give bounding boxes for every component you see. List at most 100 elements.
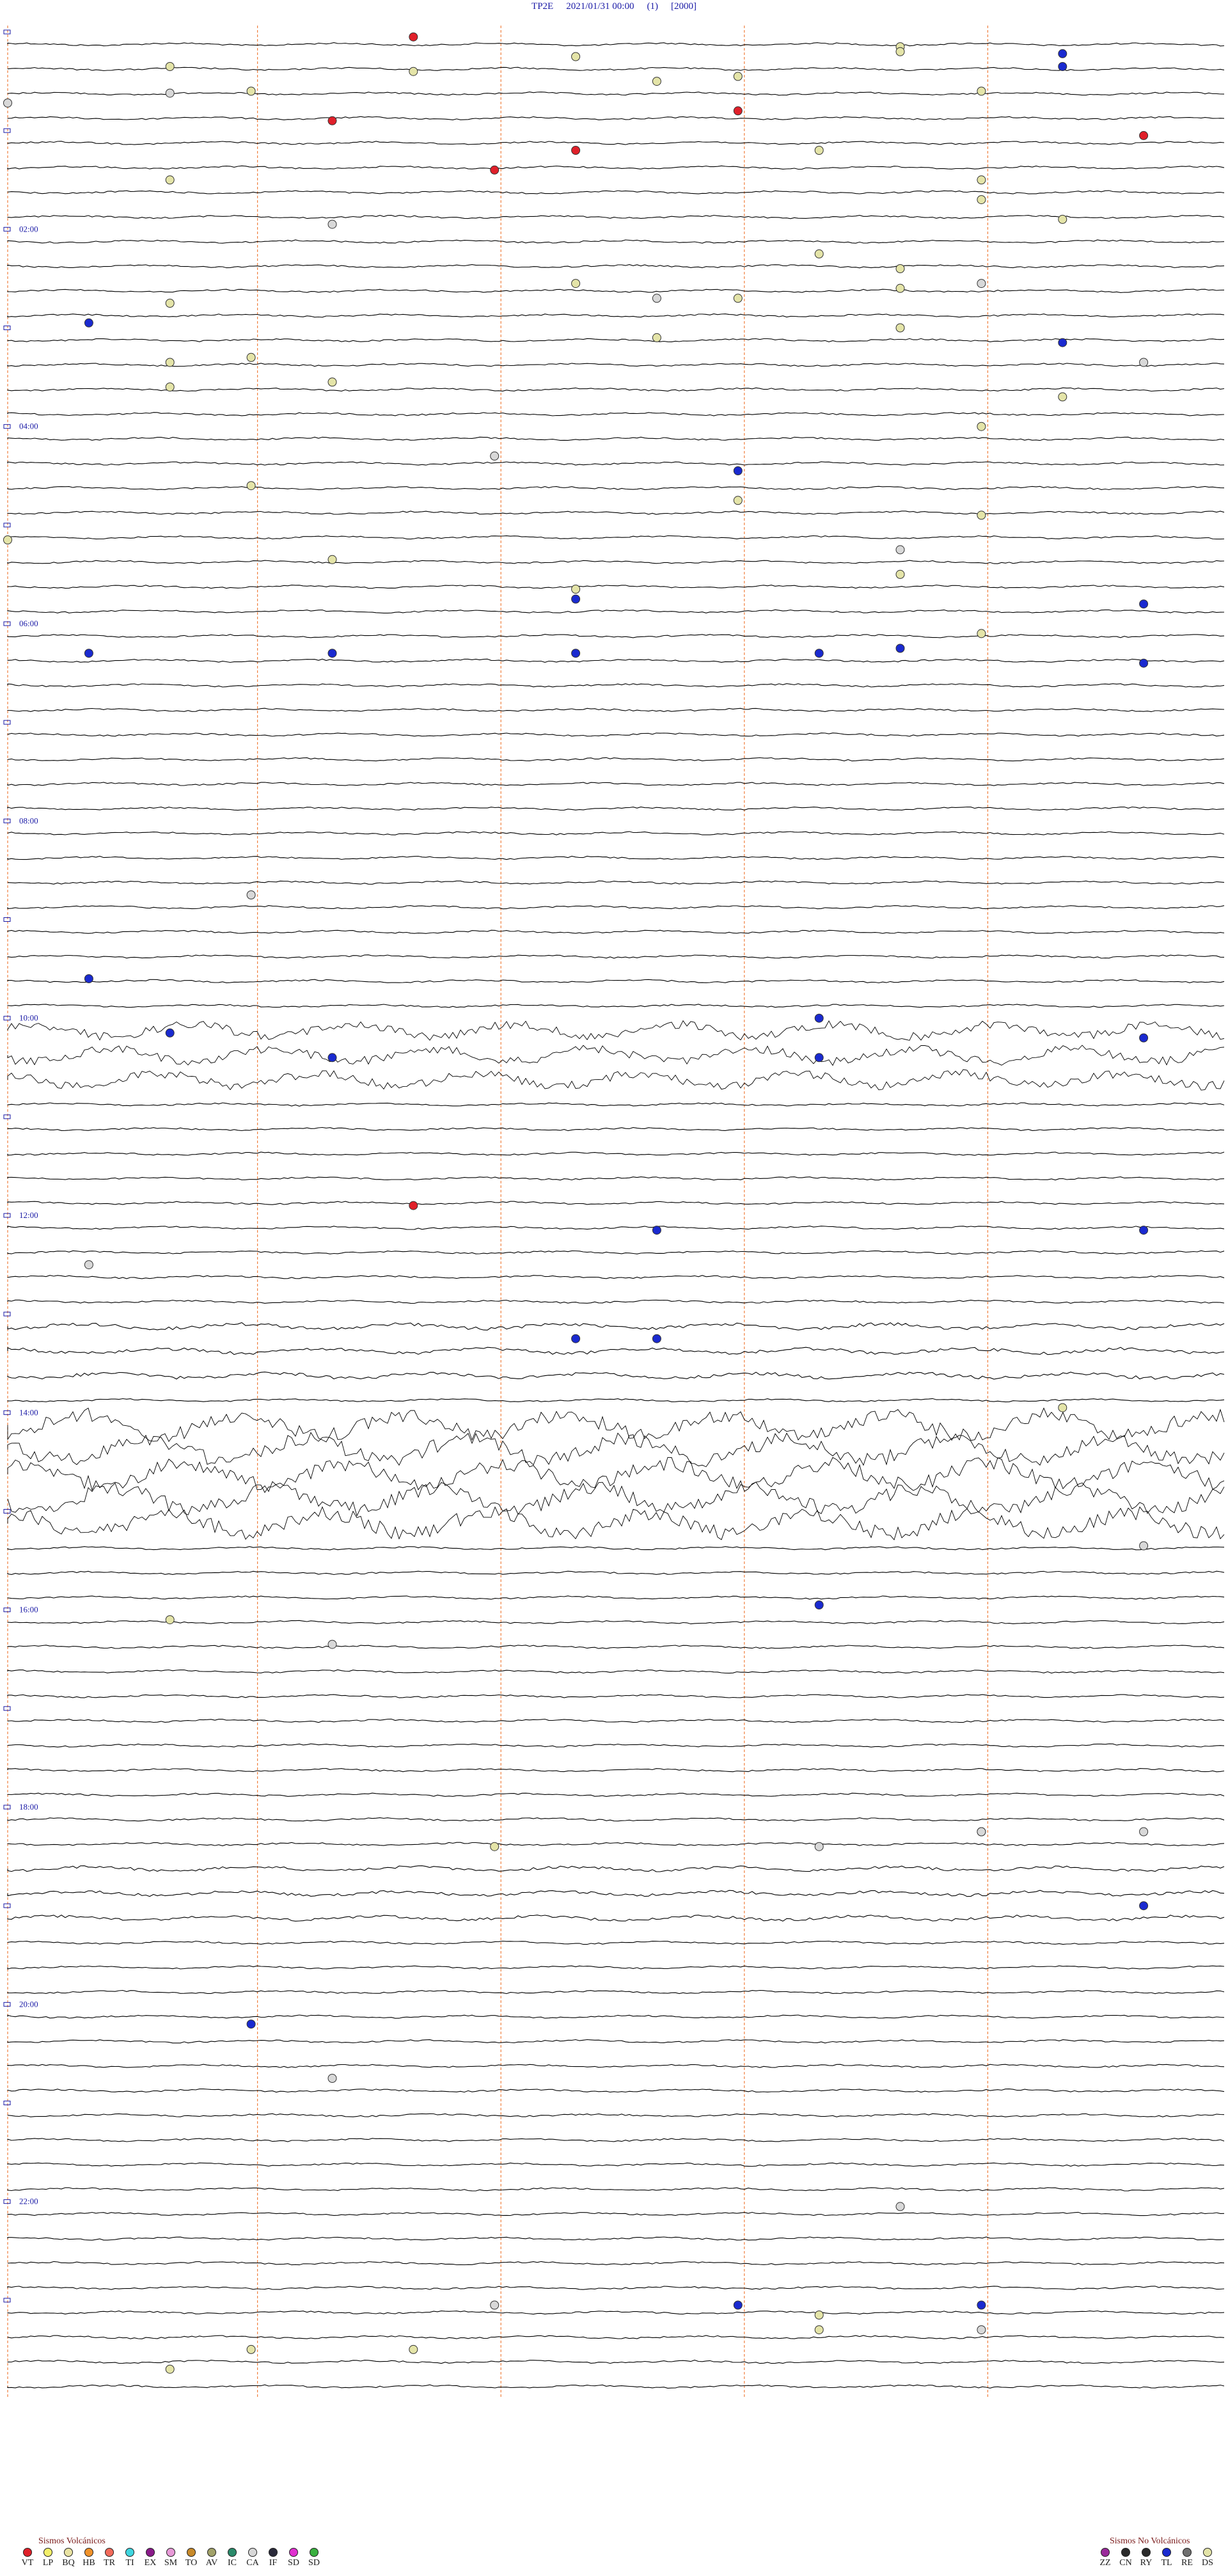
- legend-dot: [84, 2548, 93, 2557]
- event-marker-ds: [246, 86, 256, 96]
- trace-row: [7, 658, 1225, 663]
- row-marker: [3, 2101, 11, 2105]
- legend-dot: [248, 2548, 257, 2557]
- row-marker: [3, 523, 11, 528]
- trace-row: [7, 732, 1225, 737]
- trace-row: [7, 214, 1225, 219]
- event-marker-tl: [977, 2300, 986, 2310]
- trace-row: [7, 2162, 1225, 2167]
- row-marker: [3, 1805, 11, 1810]
- event-marker-tl: [1139, 599, 1149, 609]
- trace-row: [7, 91, 1225, 96]
- event-marker-vt: [327, 116, 337, 125]
- trace-row: [7, 683, 1225, 688]
- event-marker-ca: [490, 451, 500, 461]
- hour-label: 18:00: [19, 1802, 38, 1812]
- hour-label: 12:00: [19, 1210, 38, 1220]
- trace-row: [7, 412, 1225, 416]
- legend-dot: [310, 2548, 319, 2557]
- event-marker-tl: [1058, 338, 1067, 347]
- trace-row: [7, 1620, 1225, 1625]
- legend-dot: [289, 2548, 298, 2557]
- legend-item: SD: [306, 2548, 322, 2568]
- trace-row: [7, 609, 1225, 613]
- event-marker-ds: [165, 2364, 175, 2374]
- trace-row: [7, 757, 1225, 762]
- trace-row: [7, 2187, 1225, 2192]
- volcanic-legend-title: Sismos Volcánicos: [38, 2536, 106, 2546]
- trace-row: [7, 387, 1225, 392]
- event-marker-ca: [895, 545, 905, 555]
- legend-label: HB: [83, 2558, 95, 2568]
- trace-row: [7, 313, 1225, 318]
- trace-row: [7, 288, 1225, 293]
- event-marker-ds: [733, 72, 743, 81]
- event-marker-vt: [409, 32, 418, 42]
- event-marker-ca: [814, 1842, 824, 1851]
- legend-dot: [23, 2548, 32, 2557]
- event-marker-tl: [733, 2300, 743, 2310]
- trace-row: [7, 707, 1225, 713]
- trace-row: [7, 1694, 1225, 1698]
- legend-dot: [1183, 2548, 1192, 2557]
- event-marker-tl: [165, 1028, 175, 1038]
- event-marker-ds: [814, 2325, 824, 2335]
- event-marker-tl: [246, 2019, 256, 2029]
- event-marker-ds: [895, 264, 905, 273]
- legend-dot: [228, 2548, 237, 2557]
- trace-row: [7, 42, 1225, 47]
- row-marker: [3, 1706, 11, 1711]
- hour-label: 02:00: [19, 224, 38, 233]
- trace-row: [7, 1126, 1225, 1132]
- trace-row: [7, 1718, 1225, 1723]
- trace-row: [7, 1915, 1225, 1922]
- legend-item: IC: [224, 2548, 240, 2568]
- event-marker-ds: [652, 333, 661, 342]
- trace-row: [7, 1965, 1225, 1970]
- legend-item: VT: [19, 2548, 36, 2568]
- event-marker-ds: [977, 629, 986, 638]
- legend-item: EX: [142, 2548, 159, 2568]
- trace-row: [7, 2211, 1225, 2216]
- legend-label: RY: [1140, 2558, 1153, 2568]
- legend-dot: [105, 2548, 114, 2557]
- event-marker-tl: [895, 644, 905, 653]
- trace-row: [7, 510, 1225, 515]
- legend-item: IF: [265, 2548, 281, 2568]
- event-marker-ds: [814, 249, 824, 258]
- hour-label: 04:00: [19, 422, 38, 431]
- legend-label: IF: [269, 2558, 278, 2568]
- trace-row: [7, 1176, 1225, 1181]
- trace-row: [7, 1940, 1225, 1945]
- legend-dot: [1142, 2548, 1151, 2557]
- trace-row: [7, 1506, 1225, 1541]
- event-marker-tl: [571, 649, 581, 658]
- trace-row: [7, 855, 1224, 860]
- row-marker: [3, 1114, 11, 1119]
- trace-row: [7, 67, 1225, 72]
- trace-row: [7, 1595, 1225, 1600]
- event-marker-tl: [814, 1600, 824, 1609]
- event-marker-tl: [1139, 1033, 1149, 1043]
- legend-item: SM: [162, 2548, 179, 2568]
- trace-row: [7, 584, 1225, 589]
- legend-dot: [146, 2548, 155, 2557]
- trace-row: [7, 1226, 1225, 1230]
- trace-row: [7, 954, 1225, 959]
- event-marker-tl: [733, 466, 743, 475]
- legend-label: LP: [42, 2558, 54, 2568]
- legend-label: TI: [125, 2558, 134, 2568]
- trace-row: [7, 1570, 1225, 1576]
- legend-label: SD: [288, 2558, 299, 2568]
- event-marker-ds: [1058, 1403, 1067, 1412]
- event-marker-vt: [571, 146, 581, 155]
- event-marker-ds: [895, 47, 905, 56]
- event-marker-ds: [977, 510, 986, 520]
- trace-row: [7, 141, 1225, 145]
- trace-row: [7, 2138, 1225, 2142]
- helicorder-plot: 02:00 04:00 06:00 08:00 10:00 12:00 14:00 16:00…: [3, 26, 1225, 2399]
- trace-row: [7, 1151, 1225, 1156]
- row-marker: [3, 1311, 11, 1316]
- trace-row: [7, 1020, 1225, 1041]
- trace-row: [7, 806, 1225, 811]
